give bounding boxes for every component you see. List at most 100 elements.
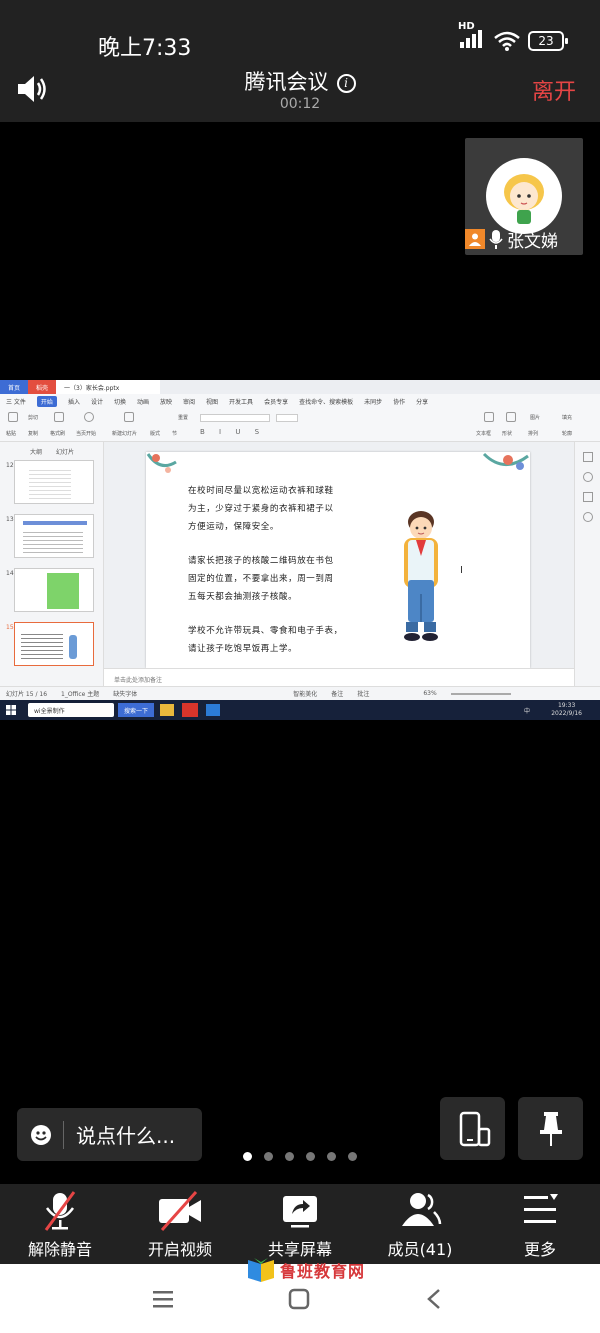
page-dot[interactable] — [306, 1152, 315, 1161]
menu-insert: 插入 — [67, 398, 80, 406]
slide-text-line: 请让孩子吃饱早饭再上学。 — [188, 644, 298, 654]
page-dot-active[interactable] — [243, 1152, 252, 1161]
menu-transition: 切换 — [113, 398, 126, 406]
status-missing-font: 缺失字体 — [113, 691, 138, 698]
page-dot[interactable] — [264, 1152, 273, 1161]
ribbon-play: 当页开始 — [76, 431, 97, 437]
status-time: 晚上7:33 — [98, 36, 192, 61]
zoom-slider — [450, 692, 511, 695]
slide-text-line: 方便运动，保障安全。 — [188, 522, 280, 532]
textbox-icon — [484, 412, 494, 422]
emoji-icon[interactable] — [31, 1124, 51, 1145]
settings-icon — [583, 512, 593, 522]
start-video-button[interactable]: 开启视频 — [120, 1184, 240, 1264]
slide-number: 13 — [6, 516, 14, 523]
slide-text-line: 请家长把孩子的核酸二维码放在书包 — [188, 556, 334, 566]
info-icon[interactable]: i — [336, 74, 356, 93]
slide-text-line: 五每天都会抽测孩子核酸。 — [188, 592, 298, 602]
meeting-title-text: 腾讯会议 — [244, 70, 329, 94]
menu-review: 审阅 — [183, 398, 196, 406]
taskbar-tab: 搜索一下 — [118, 703, 155, 717]
recent-apps-icon[interactable] — [152, 1288, 174, 1310]
ribbon-paste: 粘贴 — [6, 431, 17, 437]
menu-sync: 未同步 — [364, 398, 383, 406]
participant-name: 张文娣 — [507, 231, 558, 252]
flower-decoration-right — [482, 452, 529, 470]
top-bar: 晚上7:33 HD 23 腾讯会议 i 00:12 离开 — [0, 0, 600, 122]
pane-tab-outline: 大纲 — [30, 449, 43, 456]
ribbon-cut: 剪切 — [28, 415, 39, 421]
unmute-label: 解除静音 — [27, 1240, 92, 1259]
ime-indicator: 中 — [523, 708, 530, 715]
meeting-app-icon — [206, 704, 221, 716]
flower-decoration-left — [146, 453, 177, 473]
notes-area: 单击此处添加备注 — [104, 668, 574, 686]
windows-start-icon — [6, 705, 16, 715]
thumbnail-banner — [23, 521, 87, 525]
windows-taskbar: wi全景制作 搜索一下 中 19:33 2022/9/16 — [0, 700, 600, 720]
video-off-icon — [159, 1190, 201, 1232]
slide-number: 14 — [6, 570, 14, 577]
more-label: 更多 — [523, 1240, 556, 1259]
ribbon-copy: 复制 — [28, 431, 39, 437]
wps-ribbon: 粘贴 剪切 复制 格式刷 当页开始 新建幻灯片 版式 节 重置 B I U S … — [0, 408, 600, 442]
menu-view: 视图 — [206, 398, 219, 406]
ribbon-outline: 轮廓 — [562, 431, 573, 437]
ribbon-fill: 填充 — [562, 415, 573, 421]
shared-screen: 首页 稻壳 一（3）家长会.pptx 三 文件 开始 插入 设计 切换 动画 放… — [0, 380, 600, 720]
text-cursor-icon: I — [460, 565, 463, 576]
slide-text-line: 固定的位置，不要拿出来，周一到周 — [188, 574, 334, 584]
slide-thumbnail — [14, 514, 94, 558]
signal-icon: HD — [458, 21, 486, 52]
rotate-screen-button[interactable] — [440, 1097, 505, 1160]
status-beautify: 智能美化 — [293, 691, 318, 698]
font-name-box — [200, 414, 270, 422]
more-button[interactable]: 更多 — [480, 1184, 600, 1264]
pin-button[interactable] — [518, 1097, 583, 1160]
slide-thumbnail-selected — [14, 622, 94, 666]
participant-namebar: 张文娣 — [465, 227, 558, 252]
menu-share: 分享 — [416, 398, 429, 406]
meeting-title[interactable]: 腾讯会议 i — [0, 66, 600, 96]
clock-time: 19:33 — [557, 702, 576, 709]
status-notes: 备注 — [331, 691, 344, 698]
book-logo-icon — [248, 1258, 274, 1282]
home-icon[interactable] — [288, 1288, 310, 1310]
thumbnail-text — [21, 631, 63, 661]
leave-button[interactable]: 离开 — [532, 74, 576, 106]
share-screen-icon — [283, 1196, 317, 1228]
page-dot[interactable] — [327, 1152, 336, 1161]
ribbon-format: 格式刷 — [50, 431, 66, 437]
ribbon-textbox: 文本框 — [476, 431, 492, 437]
participant-tile[interactable]: 张文娣 — [465, 138, 583, 255]
menu-dev: 开发工具 — [229, 398, 254, 406]
thumbnail-figure — [69, 635, 77, 659]
new-slide-icon — [124, 412, 134, 422]
page-dot[interactable] — [285, 1152, 294, 1161]
unmute-button[interactable]: 解除静音 — [0, 1184, 120, 1264]
slide-pane: 大纲 幻灯片 12 13 14 15 — [0, 442, 104, 686]
taskbar-search: wi全景制作 — [28, 703, 114, 717]
ribbon-picture: 图片 — [530, 415, 541, 421]
ribbon-layout: 版式 — [150, 431, 161, 437]
layers-icon — [583, 492, 593, 502]
slide-text-line: 为主，少穿过于紧身的衣裤和裙子以 — [188, 504, 334, 514]
start-video-label: 开启视频 — [147, 1240, 212, 1259]
wps-tab-bar: 首页 稻壳 一（3）家长会.pptx — [0, 380, 600, 394]
mic-icon — [489, 230, 503, 249]
thumbnail-image — [47, 573, 79, 609]
page-dot[interactable] — [348, 1152, 357, 1161]
status-comments: 批注 — [357, 691, 370, 698]
back-icon[interactable] — [426, 1288, 442, 1310]
hd-tag: HD — [458, 21, 475, 32]
right-toolbar — [574, 442, 600, 686]
share-screen-button[interactable]: 共享屏幕 — [240, 1184, 360, 1264]
share-screen-label: 共享屏幕 — [267, 1240, 332, 1259]
boy-illustration — [404, 511, 438, 641]
avatar — [486, 158, 562, 234]
font-size-box — [276, 414, 298, 422]
members-button[interactable]: 成员(41) — [360, 1184, 480, 1264]
slide-thumbnail — [14, 460, 94, 504]
ribbon-reset: 重置 — [178, 415, 189, 421]
format-painter-icon — [54, 412, 64, 422]
